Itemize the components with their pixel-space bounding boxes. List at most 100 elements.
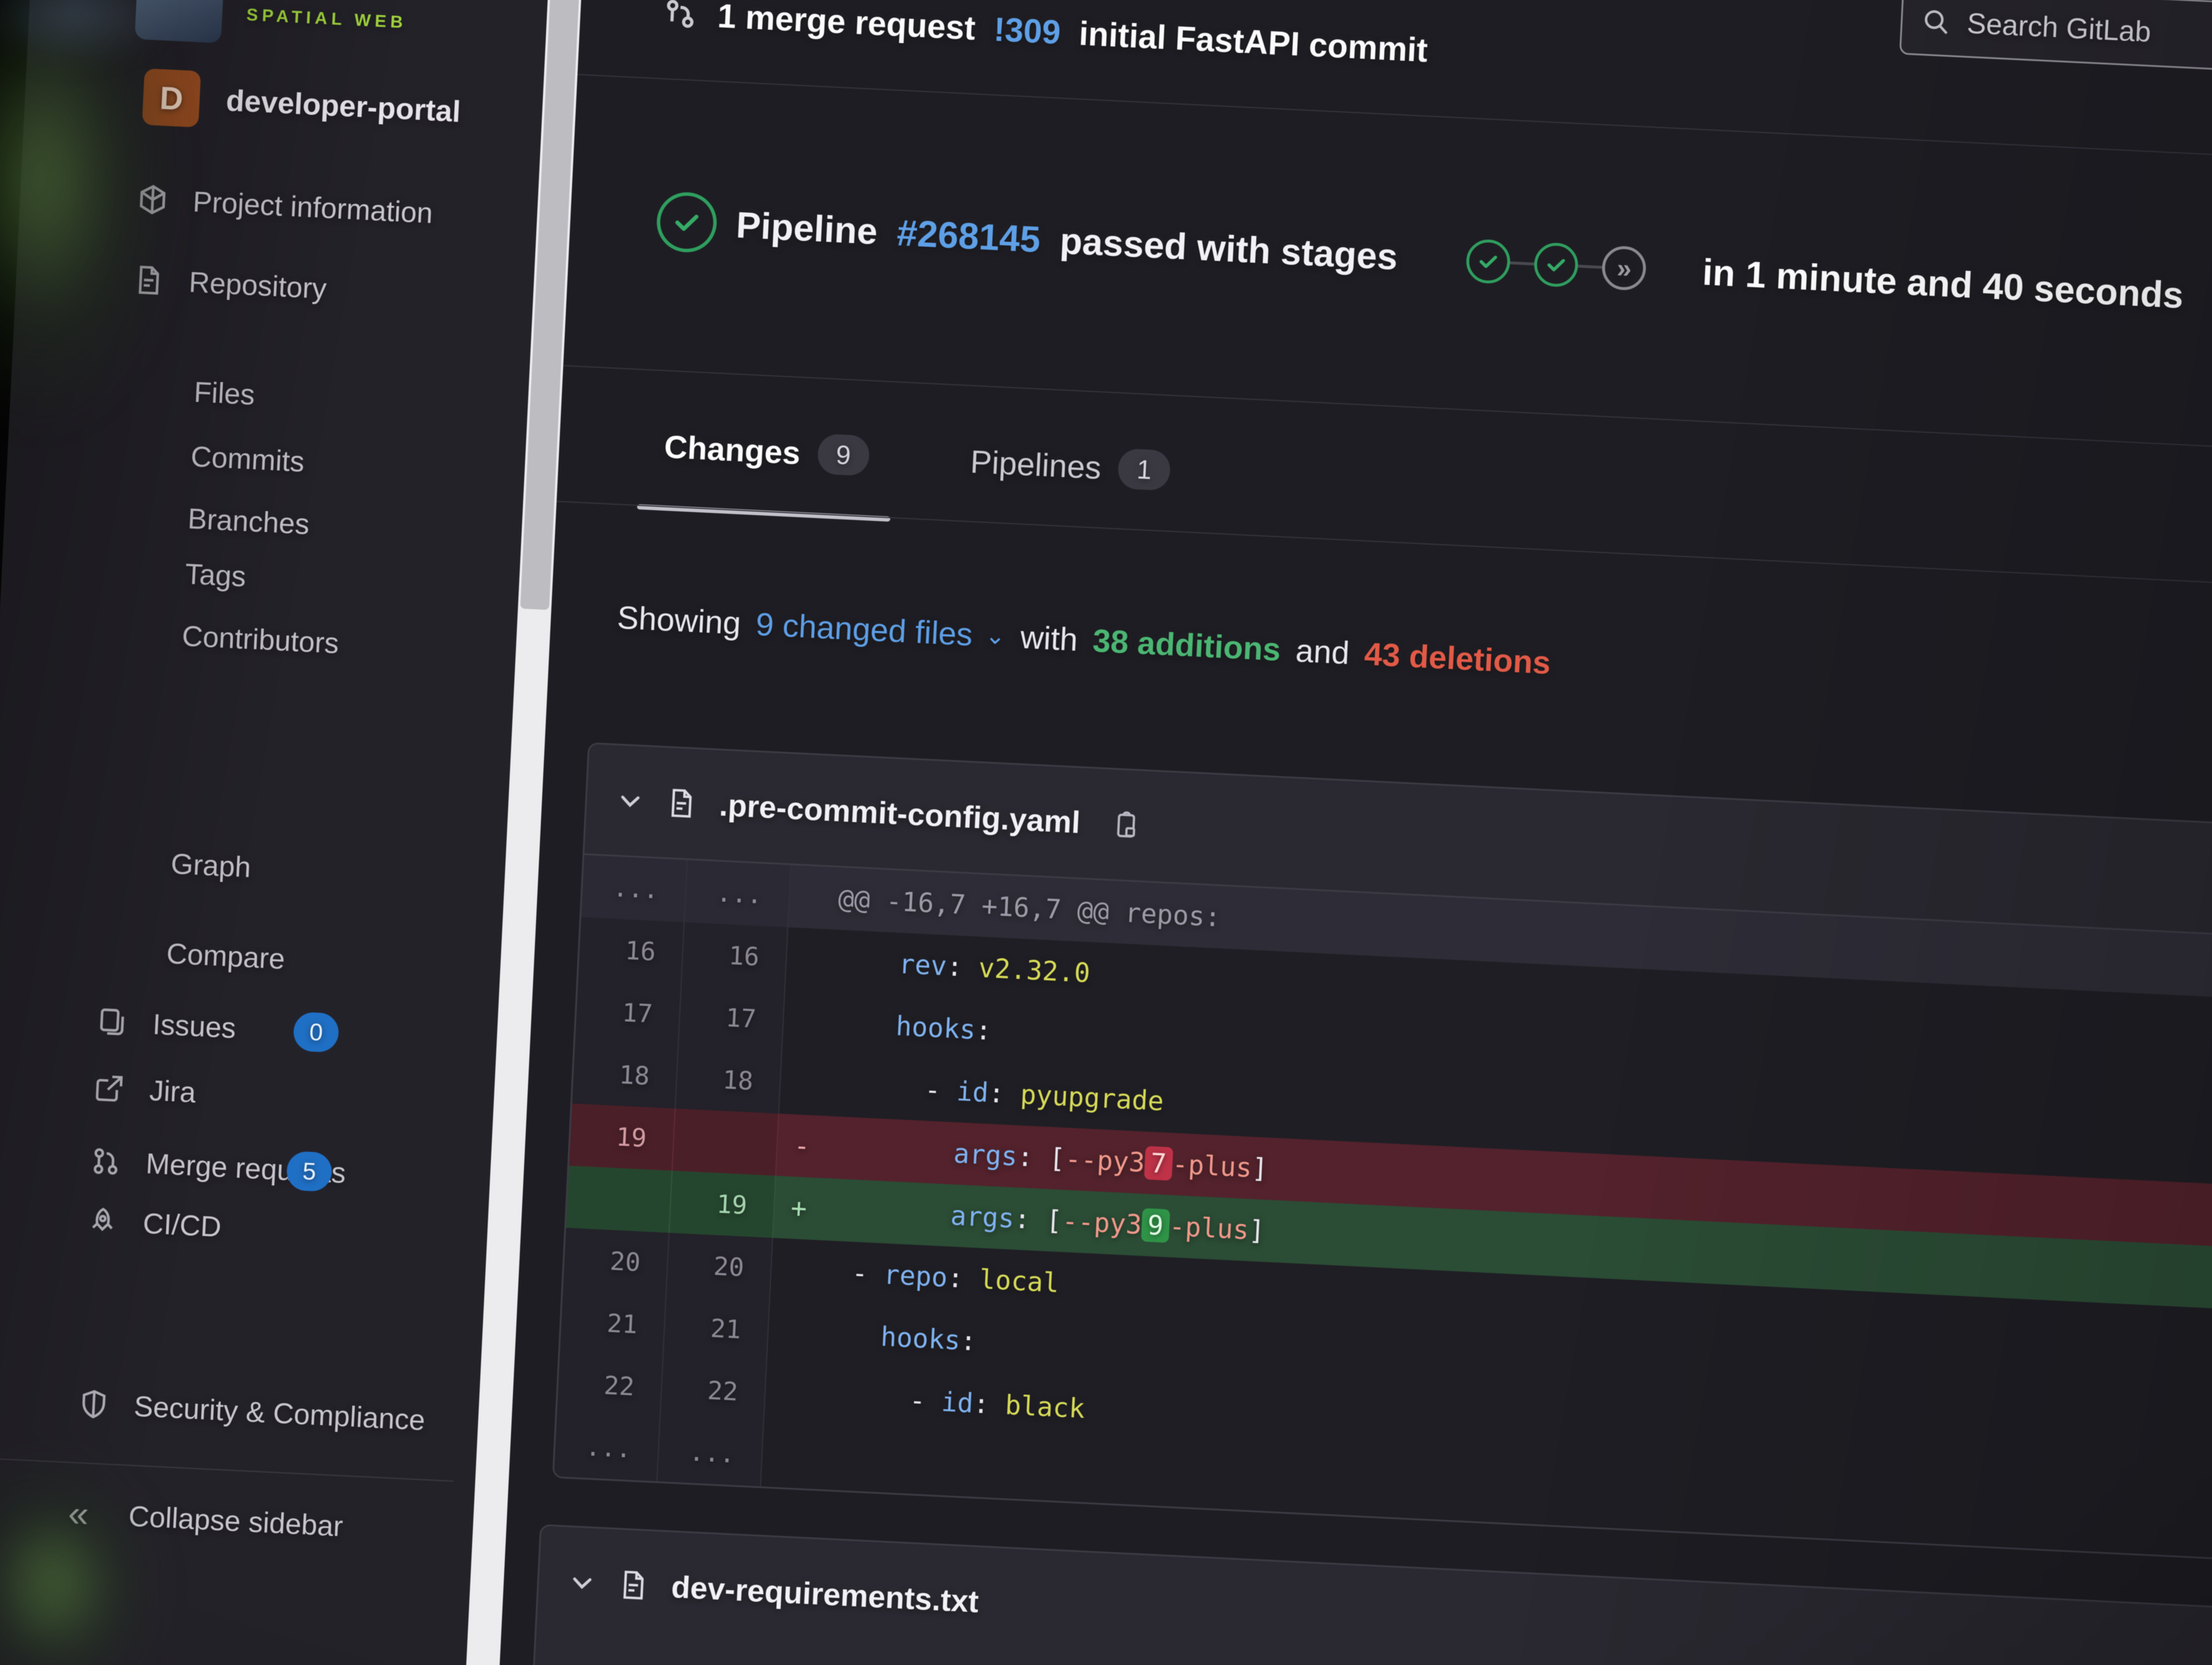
code-token: args — [949, 1200, 1016, 1234]
pipeline-number[interactable]: #268145 — [896, 211, 1041, 261]
old-line-number[interactable]: 18 — [572, 1041, 679, 1109]
sidebar-item-repository[interactable]: Repository — [15, 241, 513, 330]
code-token: - — [819, 1256, 885, 1290]
stage-more-icon[interactable]: » — [1601, 245, 1647, 291]
new-line-number[interactable]: ... — [657, 1419, 764, 1486]
sidebar-item-label: Issues — [151, 1008, 237, 1045]
photo-frame: SPATIAL WEB D developer-portal Project i… — [0, 0, 2212, 1665]
sidebar-item-label: Files — [193, 376, 256, 411]
tab-changes[interactable]: Changes 9 — [637, 388, 896, 515]
sidebar-item-label: Repository — [188, 266, 328, 305]
tab-changes-count: 9 — [816, 433, 870, 476]
sidebar-item-label: CI/CD — [142, 1207, 222, 1243]
sidebar-item-label: Compare — [165, 937, 286, 976]
code-token: id — [956, 1075, 990, 1109]
code-token: ] — [1248, 1214, 1266, 1247]
collapse-sidebar-button[interactable]: « Collapse sidebar — [0, 1476, 452, 1564]
pipeline-status-text: passed with stages — [1059, 219, 1399, 278]
merge-request-count: 1 merge request — [717, 0, 976, 47]
new-line-number[interactable]: 21 — [663, 1295, 770, 1363]
chevron-down-icon[interactable]: ⌄ — [984, 621, 1006, 650]
collapse-label: Collapse sidebar — [127, 1500, 344, 1543]
collapse-file-chevron-icon[interactable] — [616, 787, 644, 814]
collapse-file-chevron-icon[interactable] — [568, 1569, 596, 1596]
screen: SPATIAL WEB D developer-portal Project i… — [0, 0, 2212, 1665]
code-token: --py3 — [1061, 1205, 1143, 1241]
diff-sign — [766, 1393, 814, 1395]
code-token: @@ -16,7 +16,7 @@ repos: — [837, 883, 1222, 933]
copy-path-icon[interactable] — [1111, 809, 1142, 840]
new-line-number[interactable]: 20 — [666, 1232, 774, 1300]
logo-text: SPATIAL WEB — [246, 5, 408, 32]
old-line-number[interactable]: 20 — [563, 1227, 670, 1295]
diff-sign — [768, 1331, 817, 1333]
old-line-number[interactable] — [566, 1165, 673, 1233]
new-line-number[interactable] — [672, 1108, 779, 1176]
sidebar-item-graph[interactable]: Graph — [0, 822, 484, 911]
pipeline-status-icon[interactable] — [655, 191, 718, 254]
old-line-number[interactable]: 17 — [575, 979, 682, 1046]
file-icon — [671, 788, 692, 818]
merge-request-reference[interactable]: !309 — [993, 10, 1062, 52]
diff-sign — [781, 1083, 829, 1085]
search-input[interactable]: Search GitLab — [1899, 0, 2212, 79]
code-token: : — [987, 1077, 1021, 1110]
old-line-number[interactable]: 19 — [569, 1103, 676, 1171]
code-token: 7 — [1143, 1146, 1173, 1181]
shield-icon — [75, 1386, 112, 1423]
code-token: - — [828, 1069, 957, 1107]
new-line-number[interactable]: 18 — [675, 1046, 783, 1114]
old-line-number[interactable]: ... — [554, 1414, 661, 1482]
changed-files-link[interactable]: 9 changed files — [755, 605, 974, 653]
code-token: -plus — [1171, 1148, 1253, 1184]
file-name[interactable]: .pre-commit-config.yaml — [718, 787, 1081, 841]
code-token: repo — [882, 1258, 949, 1294]
repository-icon — [131, 262, 167, 298]
stage-passed-icon[interactable] — [1465, 238, 1512, 285]
old-line-number[interactable]: 16 — [578, 917, 685, 985]
diff-table: ...... @@ -16,7 +16,7 @@ repos: 16 16 rev: … — [554, 855, 2212, 1562]
summary-middle: with — [1019, 618, 1079, 658]
code-token: rev — [898, 948, 948, 982]
sidebar-item-label: Project information — [192, 185, 434, 230]
collapse-icon: « — [67, 1492, 90, 1535]
pipeline-label: Pipeline — [735, 204, 878, 253]
diff-sign — [787, 958, 835, 961]
new-line-number[interactable]: ... — [684, 860, 791, 928]
file-icon — [623, 1571, 644, 1600]
new-line-number[interactable]: 17 — [679, 984, 786, 1052]
deletions-count: 43 deletions — [1363, 635, 1552, 681]
commit-mr-bar: 1 merge request !309 initial FastAPI com… — [660, 0, 1430, 86]
sidebar-item-label: Jira — [149, 1074, 197, 1109]
old-line-number[interactable]: 22 — [556, 1352, 664, 1420]
sidebar-item-label: Security & Compliance — [133, 1390, 426, 1437]
additions-count: 38 additions — [1092, 621, 1282, 667]
code-token: black — [1004, 1389, 1086, 1425]
merge-request-icon — [88, 1143, 124, 1179]
stage-passed-icon[interactable] — [1533, 241, 1580, 288]
code-token: v2.32.0 — [978, 952, 1091, 989]
app-logo[interactable]: SPATIAL WEB — [134, 0, 408, 58]
file-name[interactable]: dev-requirements.txt — [671, 1569, 980, 1620]
project-header[interactable]: D developer-portal — [142, 65, 462, 145]
file-diff-panel: .pre-commit-config.yaml ...... @@ -16,7 +… — [552, 742, 2212, 1564]
rocket-icon — [85, 1203, 121, 1239]
code-token: : — [946, 1262, 980, 1295]
count-badge: 0 — [293, 1011, 340, 1053]
code-token: : — [972, 1387, 1006, 1421]
search-icon — [1925, 10, 1948, 35]
old-line-number[interactable]: 21 — [560, 1289, 667, 1357]
project-information-icon — [135, 181, 171, 218]
sidebar-divider — [0, 1457, 453, 1482]
code-token: 9 — [1141, 1208, 1171, 1243]
new-line-number[interactable]: 16 — [681, 922, 789, 989]
sidebar-item-project-information[interactable]: Project information — [19, 161, 517, 249]
old-line-number[interactable]: ... — [581, 855, 688, 923]
new-line-number[interactable]: 19 — [669, 1170, 777, 1238]
new-line-number[interactable]: 22 — [660, 1357, 767, 1425]
tab-pipelines[interactable]: Pipelines 1 — [944, 403, 1197, 530]
sidebar-item-security-compliance[interactable]: Security & Compliance — [0, 1366, 458, 1454]
